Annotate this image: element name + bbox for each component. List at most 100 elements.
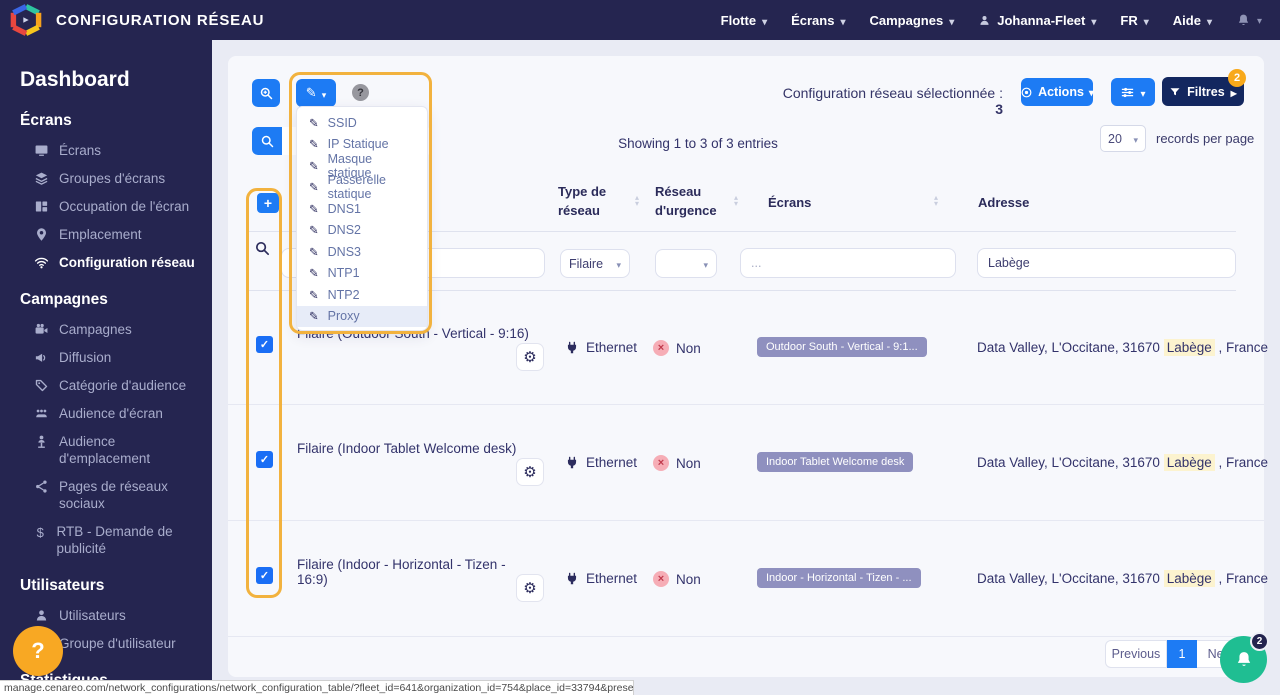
nav-menu-account[interactable]: Johanna-Fleet — [978, 13, 1096, 28]
map-pin-icon — [34, 227, 49, 242]
chevron-down-icon — [840, 13, 845, 28]
chevron-down-icon — [1089, 85, 1094, 99]
column-header-adresse[interactable]: Adresse — [978, 194, 1029, 213]
edit-help-badge[interactable]: ? — [352, 84, 369, 101]
filter-type-select[interactable]: Filaire — [560, 249, 630, 278]
x-circle-icon — [653, 455, 669, 471]
chat-notification-badge: 2 — [1250, 632, 1269, 651]
sidebar-item-audience-ecran[interactable]: Audience d'écran — [20, 405, 198, 422]
pencil-icon — [309, 202, 319, 216]
sidebar-title-dashboard[interactable]: Dashboard — [20, 68, 212, 92]
dollar-icon: $ — [36, 525, 44, 540]
row-settings-button[interactable] — [516, 343, 544, 371]
x-circle-icon — [653, 340, 669, 356]
magnifier-plus-icon — [259, 86, 274, 101]
layers-icon — [34, 171, 49, 186]
row-settings-button[interactable] — [516, 458, 544, 486]
pencil-icon — [306, 85, 317, 101]
menu-item-ssid[interactable]: SSID — [297, 112, 427, 134]
column-header-ecrans[interactable]: Écrans — [768, 194, 811, 213]
row-checkbox[interactable] — [256, 567, 273, 584]
video-camera-icon — [34, 322, 49, 337]
sidebar-item-occupation-ecran[interactable]: Occupation de l'écran — [20, 198, 198, 215]
menu-item-ntp1[interactable]: NTP1 — [297, 263, 427, 285]
sort-icon[interactable] — [635, 195, 639, 207]
nav-menu-campagnes[interactable]: Campagnes — [870, 13, 955, 28]
edit-columns-dropdown-button[interactable] — [296, 79, 336, 107]
sidebar-item-diffusion[interactable]: Diffusion — [20, 349, 198, 366]
screen-badge[interactable]: Outdoor South - Vertical - 9:1... — [757, 337, 927, 357]
sidebar-item-groupes-ecrans[interactable]: Groupes d'écrans — [20, 170, 198, 187]
nav-menu-ecrans[interactable]: Écrans — [791, 13, 845, 28]
nav-notifications[interactable] — [1236, 11, 1262, 29]
sidebar-section-utilisateurs: Utilisateurs — [20, 577, 105, 594]
add-row-button[interactable]: + — [257, 193, 279, 213]
column-header-reseau-urgence[interactable]: Réseau d'urgence — [655, 183, 739, 221]
cell-network-type: Ethernet — [565, 340, 637, 355]
sidebar-item-configuration-reseau[interactable]: Configuration réseau — [20, 254, 198, 271]
sidebar-item-rtb[interactable]: $ RTB - Demande de publicité — [20, 523, 198, 557]
x-circle-icon — [653, 571, 669, 587]
plug-icon — [565, 341, 579, 355]
navbar-menus: Flotte Écrans Campagnes Johanna-Fleet FR… — [721, 11, 1280, 29]
pagination-previous[interactable]: Previous — [1105, 640, 1167, 668]
showing-entries-text: Showing 1 to 3 of 3 entries — [618, 136, 778, 151]
sidebar-item-pages-reseaux-sociaux[interactable]: Pages de réseaux sociaux — [20, 478, 198, 512]
sidebar-item-ecrans[interactable]: Écrans — [20, 142, 198, 159]
records-per-page-label: records per page — [1156, 131, 1255, 146]
pagination-page-1[interactable]: 1 — [1167, 640, 1197, 668]
cell-emergency-network: Non — [653, 455, 701, 471]
nav-menu-aide[interactable]: Aide — [1173, 13, 1212, 28]
table-row: Filaire (Indoor - Horizontal - Tizen - 1… — [228, 521, 1268, 637]
screen-badge[interactable]: Indoor Tablet Welcome desk — [757, 452, 914, 472]
menu-item-passerelle-statique[interactable]: Passerelle statique — [297, 173, 427, 201]
zoom-search-button[interactable] — [252, 79, 280, 107]
cell-emergency-network: Non — [653, 571, 701, 587]
audience-icon — [34, 406, 49, 421]
app-logo-icon — [10, 4, 42, 36]
person-podium-icon — [34, 434, 49, 449]
menu-item-ntp2[interactable]: NTP2 — [297, 284, 427, 306]
pencil-icon — [309, 309, 319, 323]
chevron-down-icon — [1144, 13, 1149, 28]
filter-magnifier-icon[interactable] — [254, 240, 271, 257]
nav-menu-flotte[interactable]: Flotte — [721, 13, 767, 28]
row-checkbox[interactable] — [256, 451, 273, 468]
chevron-down-icon — [762, 13, 767, 28]
screen-badge[interactable]: Indoor - Horizontal - Tizen - ... — [757, 568, 921, 588]
menu-item-dns3[interactable]: DNS3 — [297, 241, 427, 263]
megaphone-icon — [34, 350, 49, 365]
cell-emergency-network: Non — [653, 340, 701, 356]
sort-icon[interactable] — [934, 195, 938, 207]
menu-item-proxy[interactable]: Proxy — [297, 305, 427, 327]
row-checkbox[interactable] — [256, 336, 273, 353]
filter-adresse-input[interactable] — [977, 248, 1236, 278]
sidebar-item-emplacement[interactable]: Emplacement — [20, 226, 198, 243]
actions-button[interactable]: Actions — [1021, 78, 1093, 106]
row-settings-button[interactable] — [516, 574, 544, 602]
sidebar-item-utilisateurs[interactable]: Utilisateurs — [20, 607, 198, 624]
help-fab-button[interactable]: ? — [13, 626, 63, 676]
cell-network-type: Ethernet — [565, 455, 637, 470]
sliders-icon — [1120, 85, 1135, 100]
sidebar-item-audience-emplacement[interactable]: Audience d'emplacement — [20, 433, 198, 467]
nav-menu-language[interactable]: FR — [1120, 13, 1148, 28]
sort-icon[interactable] — [734, 195, 738, 207]
chevron-down-icon — [616, 257, 621, 271]
chevron-down-icon — [1207, 13, 1212, 28]
row-name: Filaire (Indoor Tablet Welcome desk) — [297, 441, 517, 456]
filter-urgence-select[interactable] — [655, 249, 717, 278]
column-settings-button[interactable] — [1111, 78, 1155, 106]
sidebar-item-campagnes[interactable]: Campagnes — [20, 321, 198, 338]
column-header-type-de-reseau[interactable]: Type de réseau — [558, 183, 630, 221]
sidebar: Dashboard Écrans Écrans Groupes d'écrans… — [0, 40, 212, 689]
cell-address: Data Valley, L'Occitane, 31670 Labège , … — [977, 454, 1269, 471]
funnel-icon — [1169, 86, 1181, 98]
sidebar-item-categorie-audience[interactable]: Catégorie d'audience — [20, 377, 198, 394]
target-icon — [1020, 86, 1033, 99]
table-search-button[interactable] — [252, 127, 282, 155]
menu-item-dns2[interactable]: DNS2 — [297, 220, 427, 242]
filter-ecrans-input[interactable] — [740, 248, 956, 278]
records-per-page-select[interactable]: 20 — [1100, 125, 1146, 152]
pencil-icon — [309, 137, 319, 151]
